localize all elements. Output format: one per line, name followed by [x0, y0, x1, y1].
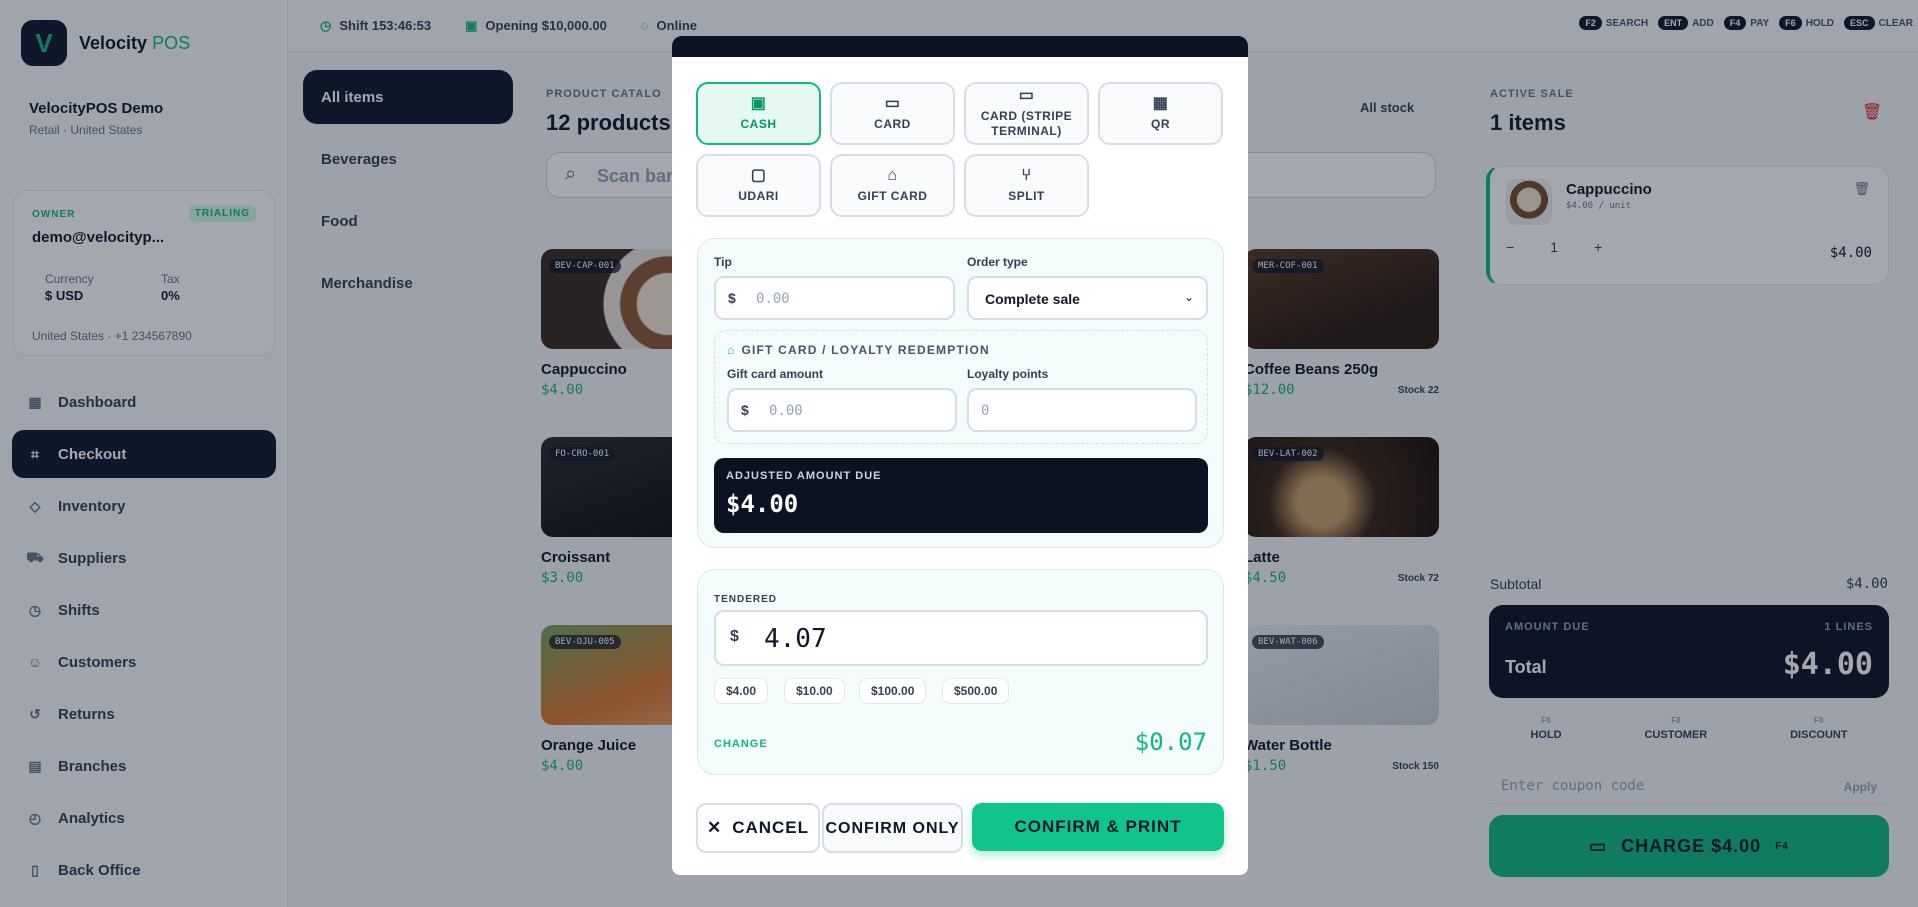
order-type-select[interactable]: Complete sale ⌄	[967, 276, 1208, 320]
tip-input[interactable]: $ 0.00	[714, 276, 955, 320]
qr-icon: ▦	[1152, 94, 1169, 112]
method-label: QR	[1151, 116, 1170, 131]
confirm-only-button[interactable]: CONFIRM ONLY	[822, 803, 963, 853]
method-label: GIFT CARD	[857, 188, 928, 203]
adjusted-value: $4.00	[726, 490, 799, 518]
gift-icon: ⌂	[887, 166, 898, 184]
close-icon: ✕	[706, 818, 723, 837]
method-label: SPLIT	[1008, 188, 1045, 203]
method-label: CASH	[740, 116, 777, 131]
payment-modal: ▣ CASH ▭ CARD ▭ CARD (STRIPE TERMINAL) ▦…	[672, 57, 1248, 875]
adjusted-amount-box: ADJUSTED AMOUNT DUE $4.00	[714, 458, 1208, 533]
cash-icon: ▣	[750, 94, 767, 112]
quick-amount-500[interactable]: $500.00	[942, 678, 1010, 704]
method-label: UDARI	[738, 188, 779, 203]
tendered-panel: TENDERED $ 4.07 $4.00 $10.00 $100.00 $50…	[697, 569, 1224, 775]
tendered-currency: $	[730, 628, 739, 645]
method-gift-card[interactable]: ⌂ GIFT CARD	[830, 154, 955, 217]
tip-currency: $	[728, 290, 736, 306]
gift-card-amount-input[interactable]: $ 0.00	[727, 388, 957, 432]
method-card-stripe-terminal[interactable]: ▭ CARD (STRIPE TERMINAL)	[964, 82, 1089, 145]
gift-icon: ⌂	[727, 343, 736, 357]
order-type-label: Order type	[967, 255, 1028, 269]
method-label: CARD	[874, 116, 911, 131]
method-qr[interactable]: ▦ QR	[1098, 82, 1223, 145]
gift-loyalty-section: ⌂ GIFT CARD / LOYALTY REDEMPTION Gift car…	[714, 330, 1208, 444]
adjusted-label: ADJUSTED AMOUNT DUE	[726, 470, 882, 482]
gift-loyalty-title-text: GIFT CARD / LOYALTY REDEMPTION	[741, 343, 990, 357]
gift-loyalty-title: ⌂ GIFT CARD / LOYALTY REDEMPTION	[727, 343, 990, 357]
wallet-icon: ▢	[750, 166, 767, 184]
change-value: $0.07	[1134, 728, 1207, 756]
gift-amount-label: Gift card amount	[727, 367, 824, 381]
change-label: CHANGE	[714, 738, 768, 750]
tendered-label: TENDERED	[714, 594, 778, 605]
confirm-print-label: CONFIRM & PRINT	[1014, 817, 1182, 836]
method-cash[interactable]: ▣ CASH	[696, 82, 821, 145]
adjustments-panel: Tip $ 0.00 Order type Complete sale ⌄ ⌂ G…	[697, 238, 1224, 548]
method-udari[interactable]: ▢ UDARI	[696, 154, 821, 217]
card-icon: ▭	[884, 94, 901, 112]
cancel-button[interactable]: ✕ CANCEL	[696, 803, 820, 853]
quick-amount-10[interactable]: $10.00	[784, 678, 845, 704]
method-split[interactable]: ⑂ SPLIT	[964, 154, 1089, 217]
split-icon: ⑂	[1021, 166, 1032, 184]
loyalty-placeholder: 0	[981, 403, 990, 419]
method-card[interactable]: ▭ CARD	[830, 82, 955, 145]
tendered-value: 4.07	[764, 624, 827, 654]
terminal-card-icon: ▭	[1018, 87, 1035, 104]
quick-amount-4[interactable]: $4.00	[714, 678, 769, 704]
method-label: CARD (STRIPE TERMINAL)	[980, 109, 1073, 138]
chevron-down-icon: ⌄	[1183, 290, 1194, 304]
gift-currency: $	[741, 402, 749, 418]
quick-amount-100[interactable]: $100.00	[859, 678, 927, 704]
loyalty-points-input[interactable]: 0	[967, 388, 1197, 432]
loyalty-points-label: Loyalty points	[967, 367, 1049, 381]
gift-amount-placeholder: 0.00	[769, 403, 803, 419]
confirm-only-label: CONFIRM ONLY	[825, 819, 960, 837]
tip-placeholder: 0.00	[756, 291, 790, 307]
order-type-value: Complete sale	[985, 291, 1080, 307]
cancel-label: CANCEL	[732, 818, 810, 837]
confirm-print-button[interactable]: CONFIRM & PRINT	[972, 803, 1224, 851]
tip-label: Tip	[714, 255, 732, 269]
tendered-input[interactable]: $ 4.07	[714, 610, 1208, 666]
